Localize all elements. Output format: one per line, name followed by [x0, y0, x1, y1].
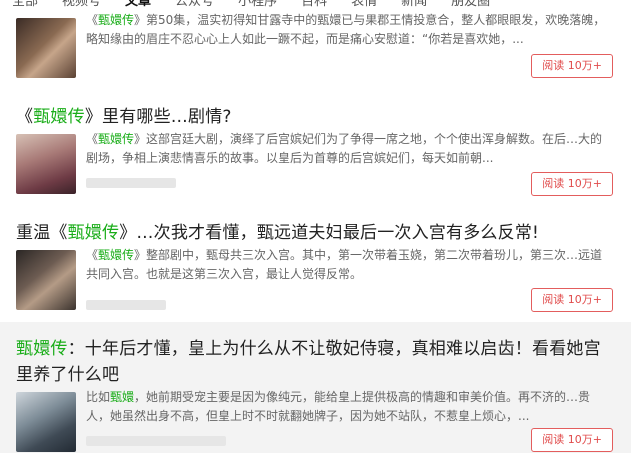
title-highlight: 甄嬛传	[67, 223, 120, 243]
snippet-text: 》整部剧中，甄母共三次入宫。其中，第一次带着玉娆，第二次带着玢儿，第三次…远道共…	[86, 248, 603, 281]
title-highlight: 甄嬛传	[33, 107, 85, 127]
article-result-1[interactable]: 《甄嬛传》第50集，温实初得知甘露寺中的甄嬛已与果郡王情投意合，整人都眼眼发，欢…	[0, 0, 631, 90]
snippet-prefix: 《	[86, 132, 99, 146]
article-title[interactable]: 重温《甄嬛传》…次我才看懂，甄远道夫妇最后一次入宫有多么反常!	[16, 218, 539, 243]
snippet-highlight: 甄嬛传	[98, 13, 135, 27]
snippet-prefix: 比如	[86, 390, 111, 404]
read-count-button[interactable]: 阅读 10万+	[531, 428, 613, 452]
article-title[interactable]: 《甄嬛传》里有哪些…剧情?	[16, 102, 232, 127]
article-snippet: 比如甄嬛，她前期受宠主要是因为像纯元，能给皇上提供极高的情趣和审美价值。再不济的…	[86, 388, 606, 426]
article-title[interactable]: 甄嬛传：十年后才懂，皇上为什么从不让敬妃侍寝，真相难以启齿！看看她宫里养了什么吧	[16, 336, 606, 388]
article-source-placeholder	[86, 178, 176, 188]
article-snippet: 《甄嬛传》整部剧中，甄母共三次入宫。其中，第一次带着玉娆，第二次带着玢儿，第三次…	[86, 246, 606, 284]
snippet-highlight: 甄嬛	[110, 390, 135, 404]
snippet-prefix: 《	[86, 13, 99, 27]
title-text: 》…次我才看懂，甄远道夫妇最后一次入宫有多么反常!	[119, 223, 540, 243]
title-prefix: 《	[16, 107, 34, 127]
article-result-4[interactable]: 甄嬛传：十年后才懂，皇上为什么从不让敬妃侍寝，真相难以启齿！看看她宫里养了什么吧…	[0, 322, 631, 453]
article-thumbnail	[16, 250, 76, 310]
article-result-2[interactable]: 《甄嬛传》里有哪些…剧情? 《甄嬛传》这部宫廷大剧，演绎了后宫嫔妃们为了争得一席…	[0, 92, 631, 200]
article-thumbnail	[16, 134, 76, 194]
snippet-highlight: 甄嬛传	[98, 248, 135, 262]
article-result-3[interactable]: 重温《甄嬛传》…次我才看懂，甄远道夫妇最后一次入宫有多么反常! 《甄嬛传》整部剧…	[0, 208, 631, 320]
article-thumbnail	[16, 18, 76, 78]
title-highlight: 甄嬛传	[16, 339, 68, 359]
article-snippet: 《甄嬛传》这部宫廷大剧，演绎了后宫嫔妃们为了争得一席之地，个个使出浑身解数。在后…	[86, 130, 606, 168]
read-count-button[interactable]: 阅读 10万+	[531, 288, 613, 312]
article-snippet: 《甄嬛传》第50集，温实初得知甘露寺中的甄嬛已与果郡王情投意合，整人都眼眼发，欢…	[86, 11, 606, 49]
snippet-text: 》这部宫廷大剧，演绎了后宫嫔妃们为了争得一席之地，个个使出浑身解数。在后…大的剧…	[86, 132, 603, 165]
read-count-button[interactable]: 阅读 10万+	[531, 172, 613, 196]
snippet-highlight: 甄嬛传	[98, 132, 135, 146]
read-count-button[interactable]: 阅读 10万+	[531, 54, 613, 78]
snippet-prefix: 《	[86, 248, 99, 262]
title-prefix: 重温《	[16, 223, 68, 243]
article-source-placeholder	[86, 300, 166, 310]
snippet-text: 》第50集，温实初得知甘露寺中的甄嬛已与果郡王情投意合，整人都眼眼发，欢晚落魄，…	[86, 13, 606, 46]
article-thumbnail	[16, 392, 76, 452]
article-source-placeholder	[86, 436, 226, 446]
snippet-text: ，她前期受宠主要是因为像纯元，能给皇上提供极高的情趣和审美价值。再不济的…贵人，…	[86, 390, 591, 423]
title-text: ：十年后才懂，皇上为什么从不让敬妃侍寝，真相难以启齿！看看她宫里养了什么吧	[16, 339, 601, 385]
title-text: 》里有哪些…剧情?	[84, 107, 232, 127]
